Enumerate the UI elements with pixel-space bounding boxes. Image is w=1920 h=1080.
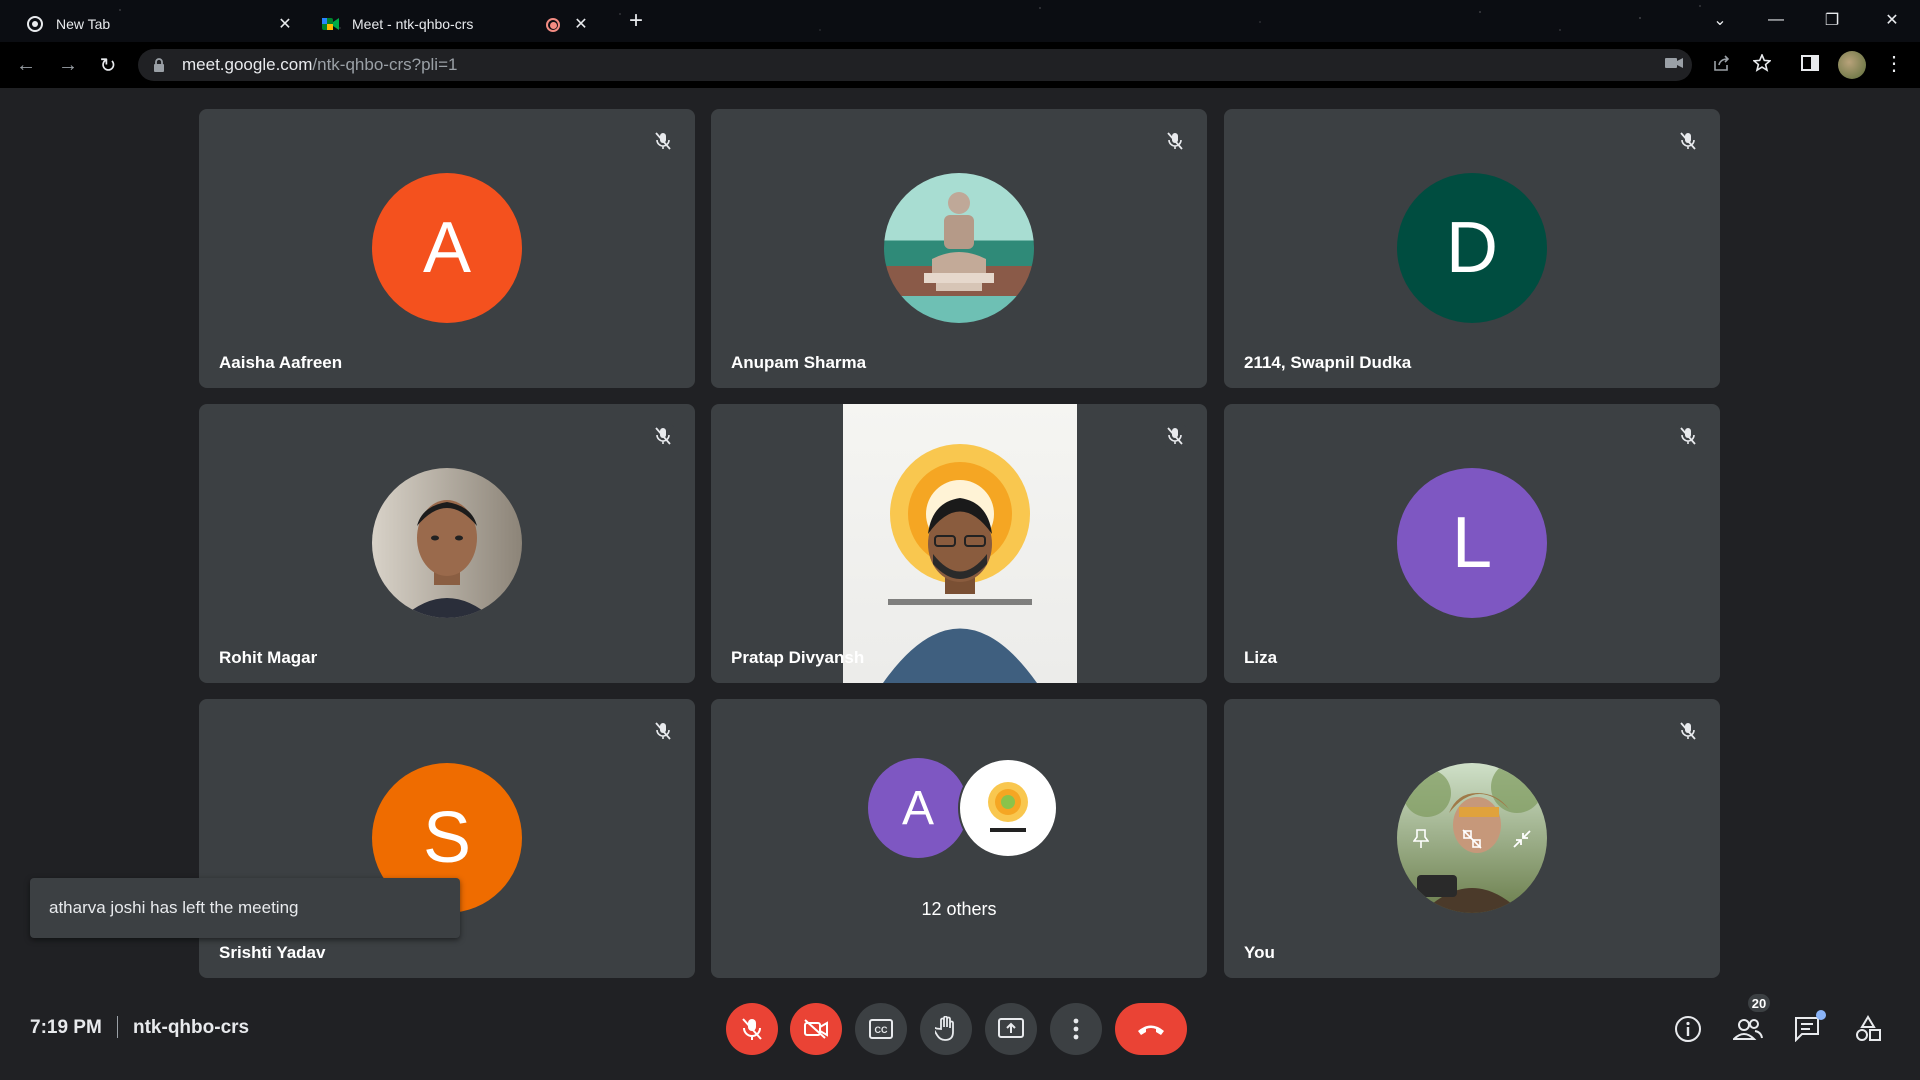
- mic-muted-icon: [1674, 127, 1702, 155]
- tab-search-icon[interactable]: ⌄: [1700, 6, 1740, 34]
- camera-in-use-icon[interactable]: [1660, 49, 1688, 77]
- participants-count-badge: 20: [1746, 992, 1772, 1014]
- participant-tile[interactable]: L Liza: [1224, 404, 1720, 683]
- others-avatar: A: [868, 758, 968, 858]
- participants-button[interactable]: [1730, 1011, 1766, 1047]
- participant-name: Srishti Yadav: [219, 943, 326, 962]
- avatar: D: [1397, 173, 1547, 323]
- raise-hand-button[interactable]: [920, 1003, 972, 1055]
- pin-icon[interactable]: [1409, 827, 1433, 851]
- activities-button[interactable]: [1850, 1011, 1886, 1047]
- avatar: [372, 468, 522, 618]
- participant-name: Liza: [1244, 648, 1278, 667]
- others-count: 12 others: [921, 899, 997, 919]
- meeting-clock: 7:19 PM: [30, 1017, 102, 1038]
- minimize-icon[interactable]: —: [1756, 6, 1796, 34]
- mic-muted-icon: [649, 127, 677, 155]
- video-frame-image: [883, 444, 1037, 683]
- participant-name: 2114, Swapnil Dudka: [1244, 353, 1412, 372]
- person-portrait-icon: [402, 500, 492, 618]
- people-icon: [1733, 1019, 1763, 1040]
- tab-new-tab[interactable]: New Tab ✕: [14, 6, 304, 42]
- recording-icon: [546, 18, 560, 32]
- participant-tile[interactable]: Rohit Magar: [199, 404, 695, 683]
- activities-icon: [1856, 1015, 1881, 1041]
- more-vert-icon: [1073, 1018, 1079, 1040]
- participant-name: Pratap Divyansh: [731, 648, 865, 667]
- tab-meet[interactable]: Meet - ntk-qhbo-crs ✕: [310, 6, 600, 42]
- mic-muted-icon: [1674, 422, 1702, 450]
- captions-icon: CC: [869, 1019, 893, 1039]
- chrome-icon: [26, 15, 44, 33]
- participant-name: You: [1244, 943, 1275, 962]
- others-tile[interactable]: A 12 others: [711, 699, 1207, 978]
- restore-icon[interactable]: ❐: [1812, 6, 1852, 34]
- browser-menu-icon[interactable]: ⋮: [1880, 49, 1908, 77]
- tab-title: New Tab: [56, 16, 111, 32]
- url-host: meet.google.com: [182, 55, 313, 74]
- participant-name: Anupam Sharma: [731, 353, 867, 372]
- new-tab-button[interactable]: +: [622, 8, 650, 36]
- mic-toggle-button[interactable]: [726, 1003, 778, 1055]
- tab-title: Meet - ntk-qhbo-crs: [352, 16, 474, 32]
- close-tab-icon[interactable]: ✕: [572, 15, 590, 33]
- side-panel-icon[interactable]: [1796, 49, 1824, 77]
- present-icon: [998, 1018, 1024, 1038]
- avatar: L: [1397, 468, 1547, 618]
- participant-left-toast: atharva joshi has left the meeting: [30, 878, 460, 938]
- bookmark-star-icon[interactable]: [1748, 49, 1776, 77]
- forward-icon[interactable]: →: [54, 51, 82, 79]
- mic-muted-icon: [1674, 717, 1702, 745]
- back-icon[interactable]: ←: [12, 51, 40, 79]
- mic-muted-icon: [649, 717, 677, 745]
- reload-icon[interactable]: ↻: [94, 51, 122, 79]
- close-tab-icon[interactable]: ✕: [276, 15, 294, 33]
- unread-indicator: [1816, 1010, 1826, 1020]
- participant-tile[interactable]: A Aaisha Aafreen: [199, 109, 695, 388]
- minimize-self-icon[interactable]: [1510, 827, 1534, 851]
- community-logo-icon: [988, 782, 1028, 832]
- divider: [117, 1016, 118, 1038]
- camera-toggle-button[interactable]: [790, 1003, 842, 1055]
- mic-muted-icon: [1161, 127, 1189, 155]
- participant-name: Rohit Magar: [219, 648, 318, 667]
- mic-muted-icon: [649, 422, 677, 450]
- buddha-statue-icon: [924, 192, 994, 291]
- avatar: A: [372, 173, 522, 323]
- leave-call-button[interactable]: [1115, 1003, 1187, 1055]
- profile-avatar[interactable]: [1838, 51, 1866, 79]
- info-icon: [1675, 1016, 1701, 1042]
- camera-off-icon: [804, 1019, 828, 1039]
- meet-icon: [322, 15, 340, 33]
- hide-self-icon[interactable]: [1460, 827, 1484, 851]
- meeting-code: ntk-qhbo-crs: [133, 1017, 250, 1038]
- svg-text:CC: CC: [875, 1025, 888, 1035]
- participant-tile[interactable]: Pratap Divyansh: [711, 404, 1207, 683]
- participant-video: [843, 404, 1077, 683]
- avatar: [884, 173, 1034, 323]
- present-screen-button[interactable]: [985, 1003, 1037, 1055]
- captions-button[interactable]: CC: [855, 1003, 907, 1055]
- participant-tile[interactable]: D 2114, Swapnil Dudka: [1224, 109, 1720, 388]
- participant-name: Aaisha Aafreen: [219, 353, 343, 372]
- self-tile[interactable]: You: [1224, 699, 1720, 978]
- mic-muted-icon: [1161, 422, 1189, 450]
- close-window-icon[interactable]: ✕: [1872, 6, 1912, 34]
- meeting-details-button[interactable]: [1670, 1011, 1706, 1047]
- participant-tile[interactable]: Anupam Sharma: [711, 109, 1207, 388]
- more-options-button[interactable]: [1050, 1003, 1102, 1055]
- url-path: /ntk-qhbo-crs?pli=1: [312, 55, 458, 74]
- lock-icon[interactable]: [152, 57, 166, 73]
- others-avatar-logo: [958, 758, 1058, 858]
- browser-tab-strip: New Tab ✕ Meet - ntk-qhbo-crs ✕ + ⌄ — ❐ …: [0, 0, 1920, 42]
- share-icon[interactable]: [1708, 49, 1736, 77]
- hang-up-icon: [1138, 1025, 1164, 1035]
- hand-icon: [935, 1016, 954, 1041]
- mic-off-icon: [742, 1018, 762, 1040]
- address-bar[interactable]: meet.google.com/ntk-qhbo-crs?pli=1: [138, 49, 1692, 81]
- chat-icon: [1795, 1017, 1819, 1042]
- browser-toolbar: ← → ↻ meet.google.com/ntk-qhbo-crs?pli=1…: [0, 42, 1920, 88]
